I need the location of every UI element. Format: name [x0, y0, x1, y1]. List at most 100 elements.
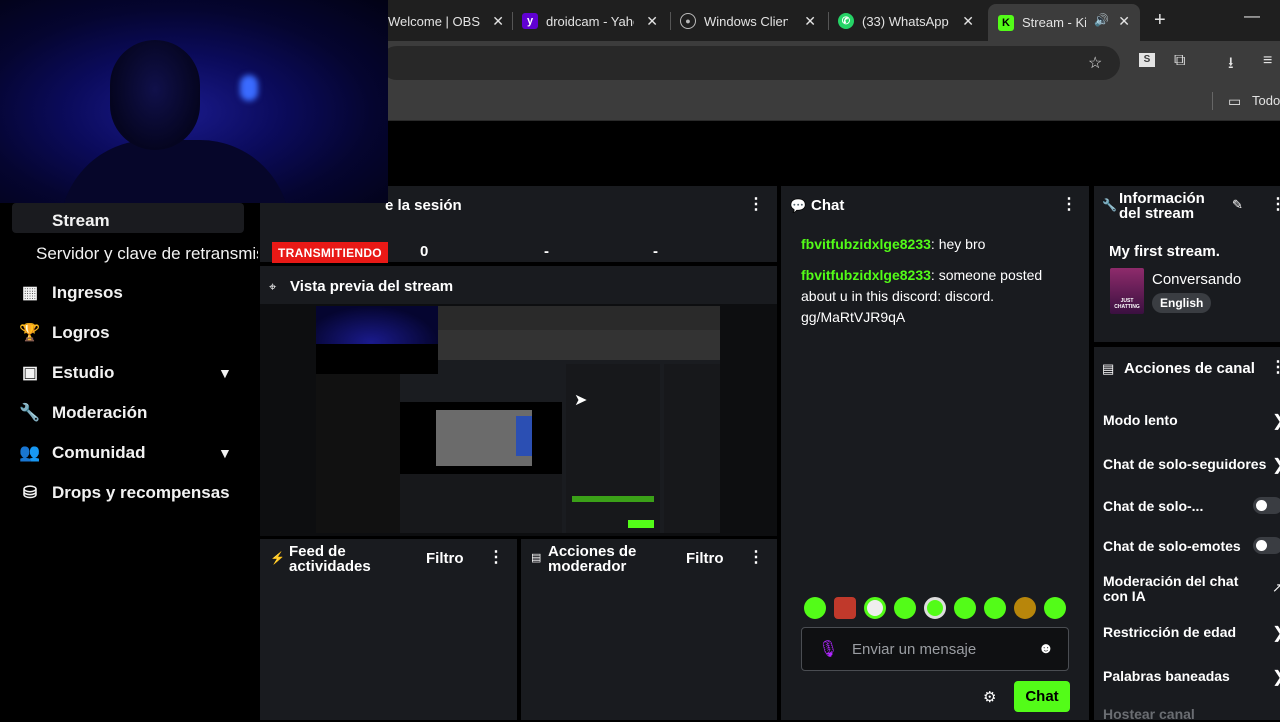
emote-icon[interactable]	[864, 597, 886, 619]
tab-droidcam[interactable]: y droidcam - Yaho ✕	[522, 6, 658, 36]
more-options-icon[interactable]: ⋮	[488, 550, 504, 566]
webcam-overlay	[0, 0, 388, 203]
emote-icon[interactable]	[1044, 597, 1066, 619]
action-solo-emotes: Chat de solo-emotes	[1103, 538, 1241, 554]
action-modo-lento[interactable]: Modo lento	[1103, 413, 1178, 428]
chat-bubble-icon: 💬	[790, 198, 807, 213]
speaker-icon[interactable]: 🔊	[1094, 13, 1109, 27]
more-options-icon[interactable]: ⋮	[748, 550, 764, 566]
tab-windows-client[interactable]: ● Windows Client ✕	[680, 6, 816, 36]
close-tab-icon[interactable]: ✕	[646, 13, 658, 30]
sidebar-item-stream[interactable]: Stream	[12, 203, 244, 233]
tab-whatsapp[interactable]: ✆ (33) WhatsApp ✕	[838, 6, 974, 36]
wrench-icon: 🔧	[1102, 198, 1117, 212]
wrench-icon: 🔧	[19, 403, 41, 422]
toggle-switch[interactable]	[1253, 497, 1280, 514]
channel-actions-title: Acciones de canal	[1124, 360, 1255, 377]
chat-title: Chat	[811, 197, 845, 214]
chevron-right-icon[interactable]: ❯	[1272, 667, 1280, 687]
emote-icon[interactable]	[924, 597, 946, 619]
sidebar-item-moderacion[interactable]: 🔧 Moderación	[19, 400, 147, 426]
category-name[interactable]: Conversando	[1152, 271, 1241, 288]
chart-icon: ▦	[21, 283, 39, 302]
star-icon[interactable]: ☆	[1088, 53, 1102, 73]
chevron-right-icon[interactable]: ❯	[1272, 623, 1280, 643]
send-chat-button[interactable]: Chat	[1014, 681, 1070, 712]
activity-feed-title: Feed de actividades	[289, 543, 371, 575]
chat-username[interactable]: fbvitfubzidxlge8233	[801, 236, 931, 252]
chat-username[interactable]: fbvitfubzidxlge8233	[801, 267, 931, 283]
tab-kick-stream[interactable]: K Stream - Kick 🔊 ✕	[988, 4, 1140, 41]
extension-s-icon[interactable]: S	[1139, 53, 1155, 67]
session-stat: -	[653, 243, 658, 260]
sidebar-item-ingresos[interactable]: ▦ Ingresos	[20, 280, 123, 306]
microphone-icon[interactable]: 🎙	[818, 639, 838, 659]
kick-icon: K	[998, 14, 1014, 31]
action-ai-moderation[interactable]: Moderación del chat con IA	[1103, 574, 1253, 604]
extensions-puzzle-icon[interactable]: ⧉	[1174, 52, 1185, 70]
sidebar-item-label: Logros	[52, 323, 110, 342]
more-options-icon[interactable]: ⋮	[748, 197, 764, 213]
emote-icon[interactable]	[954, 597, 976, 619]
yahoo-icon: y	[522, 13, 538, 29]
sidebar-subitem-server-key[interactable]: Servidor y clave de retransmisión	[36, 244, 258, 264]
sidebar-item-comunidad[interactable]: 👥 Comunidad ▼	[19, 440, 240, 466]
sidebar-item-label: Ingresos	[52, 283, 123, 302]
more-options-icon[interactable]: ⋮	[1270, 360, 1280, 376]
action-age-restriction[interactable]: Restricción de edad	[1103, 625, 1236, 640]
chat-text: : hey bro	[930, 236, 986, 252]
new-tab-icon[interactable]: +	[1154, 9, 1166, 32]
gear-icon[interactable]: ⚙	[983, 688, 996, 706]
emote-icon[interactable]	[834, 597, 856, 619]
sidebar-item-logros[interactable]: 🏆 Logros	[19, 320, 110, 346]
preview-title: Vista previa del stream	[290, 278, 454, 295]
chat-input[interactable]: 🎙 Enviar un mensaje ☻	[801, 627, 1069, 671]
more-options-icon[interactable]: ⋮	[1061, 197, 1077, 213]
emoji-icon[interactable]: ☻	[1038, 640, 1054, 657]
chevron-right-icon[interactable]: ❯	[1272, 455, 1280, 475]
emote-icon[interactable]	[1014, 597, 1036, 619]
mod-actions-filter[interactable]: Filtro	[686, 551, 724, 566]
studio-icon: ▣	[21, 363, 39, 382]
chevron-down-icon[interactable]: ▼	[218, 365, 232, 381]
action-solo-seguidores[interactable]: Chat de solo-seguidores	[1103, 457, 1280, 472]
tab-obs[interactable]: Welcome | OBS ✕	[388, 6, 504, 36]
action-banned-words[interactable]: Palabras baneadas	[1103, 669, 1230, 684]
emote-icon[interactable]	[984, 597, 1006, 619]
chat-input-placeholder: Enviar un mensaje	[852, 641, 977, 658]
target-icon: ⌖	[269, 279, 277, 294]
stream-title: My first stream.	[1109, 243, 1220, 260]
document-icon: ▤	[531, 552, 542, 564]
external-link-icon[interactable]: ↗	[1272, 580, 1280, 596]
tab-title: (33) WhatsApp	[862, 13, 949, 29]
channel-icon: ▤	[1102, 361, 1115, 376]
sidebar-item-label: Estudio	[52, 363, 115, 382]
emote-icon[interactable]	[894, 597, 916, 619]
close-tab-icon[interactable]: ✕	[804, 13, 816, 30]
category-thumbnail[interactable]: JUST CHATTING	[1110, 268, 1144, 314]
close-tab-icon[interactable]: ✕	[962, 13, 974, 30]
more-options-icon[interactable]: ⋮	[1270, 197, 1280, 213]
close-tab-icon[interactable]: ✕	[492, 13, 504, 30]
close-tab-icon[interactable]: ✕	[1118, 13, 1130, 30]
chevron-right-icon[interactable]: ❯	[1272, 411, 1280, 431]
sidebar-item-estudio[interactable]: ▣ Estudio ▼	[20, 360, 240, 386]
status-badge: TRANSMITIENDO	[272, 242, 388, 263]
bookmark-folder-todo[interactable]: Todo	[1252, 93, 1280, 108]
activity-feed-filter[interactable]: Filtro	[426, 551, 464, 566]
stream-preview-video[interactable]: ➤	[316, 306, 720, 533]
trophy-icon: 🏆	[19, 323, 41, 342]
download-icon[interactable]: ⭳	[1228, 52, 1234, 79]
tab-title: Windows Client	[704, 13, 788, 29]
address-bar[interactable]: ☆	[380, 46, 1120, 80]
tab-title: Welcome | OBS	[388, 13, 480, 29]
edit-pencil-icon[interactable]: ✎	[1232, 197, 1243, 213]
tab-title: droidcam - Yaho	[546, 13, 634, 29]
folder-icon: ▭	[1228, 93, 1242, 109]
sidebar-item-drops[interactable]: ⛁ Drops y recompensas	[20, 480, 230, 506]
media-queue-icon[interactable]: ≡	[1263, 52, 1272, 70]
toggle-switch[interactable]	[1253, 537, 1280, 554]
emote-icon[interactable]	[804, 597, 826, 619]
minimize-icon[interactable]: —	[1244, 8, 1260, 26]
chevron-down-icon[interactable]: ▼	[218, 445, 232, 461]
